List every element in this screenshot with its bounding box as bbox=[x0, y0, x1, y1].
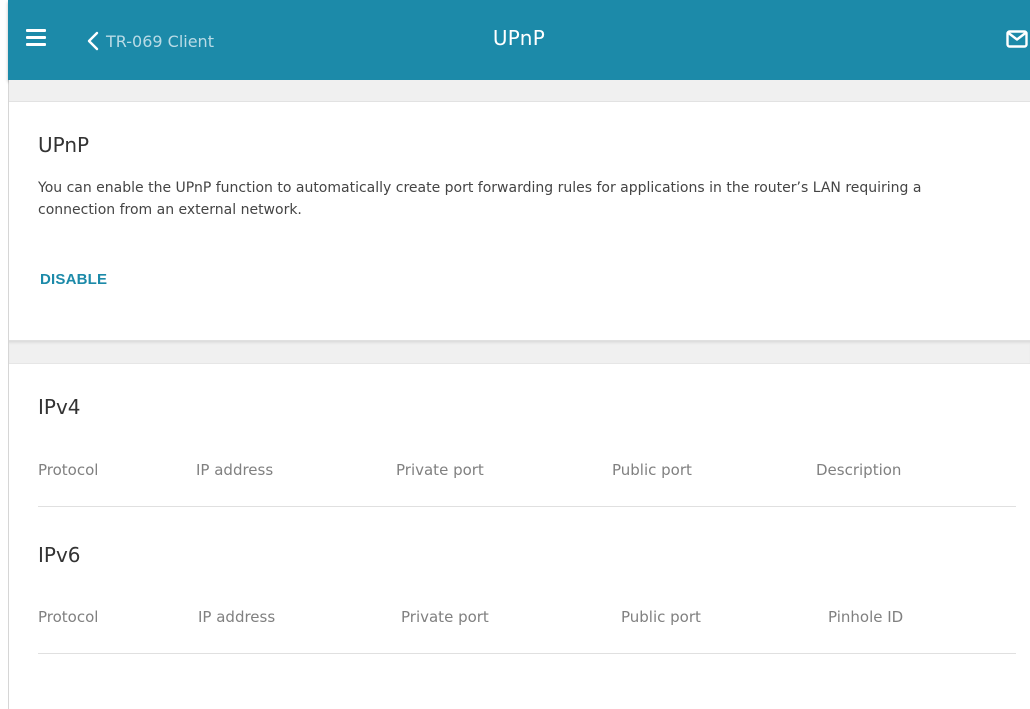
ipv4-column-private-port: Private port bbox=[396, 461, 484, 479]
ipv4-column-public-port: Public port bbox=[612, 461, 692, 479]
ipv6-column-public-port: Public port bbox=[621, 608, 701, 626]
upnp-section-title: UPnP bbox=[38, 133, 90, 157]
section-separator bbox=[9, 340, 1030, 364]
ipv6-column-pinhole-id: Pinhole ID bbox=[828, 608, 904, 626]
ipv6-column-ip-address: IP address bbox=[198, 608, 276, 626]
page-title: UPnP bbox=[492, 26, 546, 50]
ipv4-column-ip-address: IP address bbox=[196, 461, 274, 479]
envelope-icon[interactable] bbox=[1006, 30, 1028, 48]
ipv6-table-divider bbox=[38, 653, 1016, 654]
ipv4-table-divider bbox=[38, 506, 1016, 507]
ipv4-column-description: Description bbox=[816, 461, 902, 479]
ipv4-section-title: IPv4 bbox=[38, 395, 81, 419]
ipv4-column-protocol: Protocol bbox=[38, 461, 99, 479]
disable-upnp-button[interactable]: DISABLE bbox=[40, 271, 107, 288]
section-separator bbox=[9, 80, 1030, 102]
ipv6-section-title: IPv6 bbox=[38, 543, 81, 567]
ipv6-column-protocol: Protocol bbox=[38, 608, 99, 626]
upnp-description: You can enable the UPnP function to auto… bbox=[38, 180, 922, 218]
ipv6-column-private-port: Private port bbox=[401, 608, 489, 626]
app-header: TR-069 Client UPnP bbox=[8, 0, 1030, 80]
